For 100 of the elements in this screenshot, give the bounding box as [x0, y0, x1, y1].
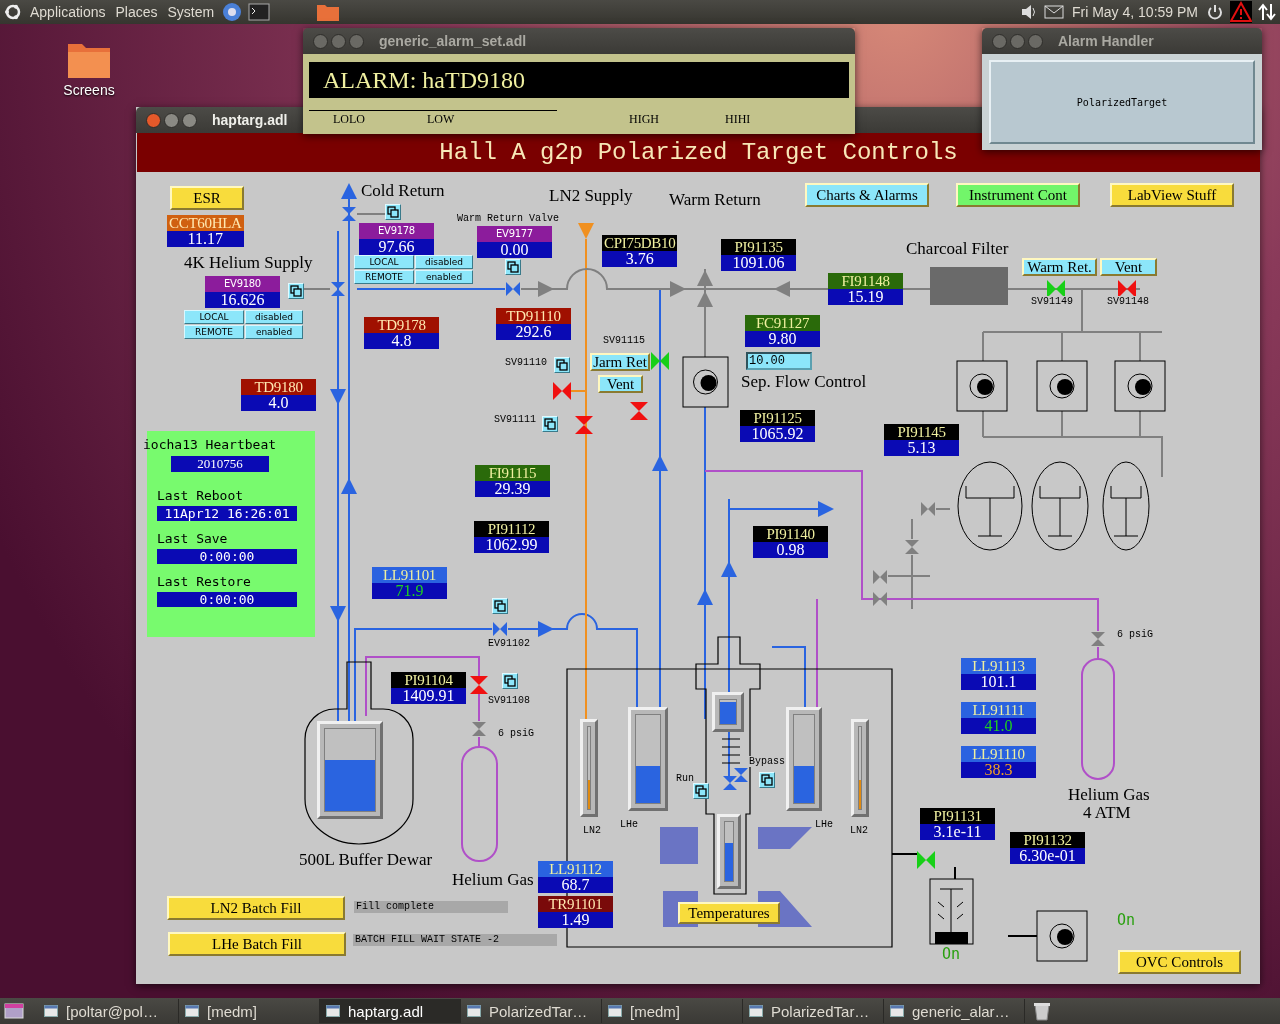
hand-valve-icon[interactable]	[905, 540, 919, 554]
hand-valve-icon[interactable]	[1091, 632, 1105, 646]
mode-button[interactable]: LOCAL	[184, 310, 244, 324]
channel-label: PI91112	[474, 521, 549, 537]
diagram-label: 4 ATM	[1083, 804, 1131, 822]
diagram-label: SV91110	[505, 357, 547, 368]
close-icon[interactable]	[146, 112, 161, 128]
warning-icon[interactable]	[1230, 1, 1252, 23]
hand-valve-icon[interactable]	[734, 768, 748, 782]
overlapping-squares-icon	[504, 675, 516, 687]
close-icon[interactable]	[992, 33, 1007, 49]
taskbar-item[interactable]: [poltar@pol…	[38, 999, 179, 1023]
related-display-button[interactable]	[505, 259, 521, 275]
hand-valve-icon[interactable]	[723, 776, 737, 790]
hand-valve-icon[interactable]	[472, 722, 486, 736]
window-title: Alarm Handler	[1058, 33, 1154, 49]
related-display-button[interactable]	[554, 357, 570, 373]
maximize-icon[interactable]	[1028, 33, 1043, 49]
related-display-button[interactable]	[693, 783, 709, 799]
display-button[interactable]: LabView Stuff	[1110, 183, 1234, 207]
power-icon[interactable]	[1206, 3, 1224, 21]
menu-item[interactable]: Applications	[28, 4, 108, 20]
mode-button[interactable]: disabled	[415, 255, 473, 269]
menu-item[interactable]: System	[165, 4, 217, 20]
fill-status-text: Fill complete	[354, 901, 508, 913]
flow-arrow-icon	[330, 389, 346, 405]
trash-icon[interactable]	[1033, 1001, 1051, 1021]
solenoid-valve-icon[interactable]	[553, 382, 571, 400]
diagram-label: SV91111	[494, 414, 536, 425]
folder-icon[interactable]	[316, 2, 341, 22]
mode-button[interactable]: LOCAL	[354, 255, 414, 269]
display-button[interactable]: OVC Controls	[1118, 950, 1241, 974]
minimize-icon[interactable]	[331, 33, 346, 49]
display-button[interactable]: LHe Batch Fill	[168, 932, 346, 956]
solenoid-valve-icon[interactable]	[651, 352, 669, 370]
diagram-label: 4K Helium Supply	[184, 254, 313, 272]
display-button[interactable]: Vent	[1100, 258, 1157, 276]
speaker-icon[interactable]	[1019, 4, 1038, 20]
display-button[interactable]: Instrument Cont	[956, 183, 1080, 207]
channel-value: 15.19	[828, 289, 903, 305]
hand-valve-icon[interactable]	[506, 282, 520, 296]
solenoid-valve-icon[interactable]	[630, 402, 648, 420]
solenoid-valve-icon[interactable]	[1047, 280, 1065, 298]
diagram-label: Warm Return Valve	[457, 213, 560, 224]
flow-setpoint-field[interactable]: 10.00	[746, 352, 812, 370]
solenoid-valve-icon[interactable]	[575, 416, 593, 434]
channel-label: LL91113	[961, 658, 1036, 674]
desktop-icon-label[interactable]: Screens	[63, 82, 115, 98]
related-display-button[interactable]	[542, 416, 558, 432]
close-icon[interactable]	[313, 33, 328, 49]
taskbar-item[interactable]: haptarg.adl	[320, 999, 461, 1023]
terminal-icon[interactable]	[248, 3, 271, 21]
up-down-arrows-icon[interactable]	[1258, 2, 1276, 22]
limit-label: HIGH	[629, 112, 659, 127]
display-button[interactable]: ESR	[170, 186, 244, 210]
channel-label: PI91125	[740, 410, 815, 426]
globe-icon[interactable]	[222, 2, 243, 22]
related-display-button[interactable]	[502, 673, 518, 689]
channel-label: FC91127	[745, 315, 820, 331]
display-button[interactable]: Charts & Alarms	[805, 183, 929, 207]
hand-valve-icon[interactable]	[921, 502, 935, 516]
taskbar-item[interactable]: generic_alar…	[884, 999, 1025, 1023]
mode-button[interactable]: enabled	[415, 270, 473, 284]
related-display-button[interactable]	[288, 283, 304, 299]
related-display-button[interactable]	[492, 598, 508, 614]
show-desktop-icon[interactable]	[4, 1003, 24, 1019]
envelope-icon[interactable]	[1043, 5, 1064, 19]
hand-valve-icon[interactable]	[331, 282, 345, 296]
diagram-label: EV91102	[488, 638, 530, 649]
flow-arrow-icon	[697, 270, 713, 286]
ubuntu-logo-icon[interactable]	[4, 3, 22, 21]
taskbar-item[interactable]: PolarizedTar…	[743, 999, 884, 1023]
hand-valve-icon[interactable]	[493, 622, 507, 636]
display-button[interactable]: Jarm Ret	[590, 353, 650, 371]
menu-item[interactable]: Places	[113, 4, 160, 20]
related-display-button[interactable]	[385, 204, 401, 220]
mode-button[interactable]: REMOTE	[184, 325, 244, 339]
display-button[interactable]: Temperatures	[678, 902, 780, 924]
hand-valve-icon[interactable]	[873, 592, 887, 606]
taskbar-item[interactable]: [medm]	[602, 999, 743, 1023]
alarm-group-button[interactable]: PolarizedTarget	[989, 60, 1255, 144]
hand-valve-icon[interactable]	[873, 570, 887, 584]
solenoid-valve-icon[interactable]	[470, 676, 488, 694]
mode-button[interactable]: enabled	[245, 325, 303, 339]
minimize-icon[interactable]	[1010, 33, 1025, 49]
channel-value: 11.17	[167, 231, 244, 247]
mode-button[interactable]: disabled	[245, 310, 303, 324]
display-button[interactable]: Vent	[598, 375, 643, 393]
maximize-icon[interactable]	[349, 33, 364, 49]
baffle-lines	[721, 738, 741, 764]
clock[interactable]: Fri May 4, 10:59 PM	[1069, 4, 1200, 20]
minimize-icon[interactable]	[164, 112, 179, 128]
display-button[interactable]: Warm Ret.	[1022, 258, 1097, 276]
related-display-button[interactable]	[759, 772, 775, 788]
maximize-icon[interactable]	[182, 112, 197, 128]
display-button[interactable]: LN2 Batch Fill	[167, 896, 345, 920]
hand-valve-icon[interactable]	[342, 207, 356, 221]
taskbar-item[interactable]: PolarizedTar…	[461, 999, 602, 1023]
solenoid-valve-icon[interactable]	[1118, 280, 1136, 298]
mode-button[interactable]: REMOTE	[354, 270, 414, 284]
